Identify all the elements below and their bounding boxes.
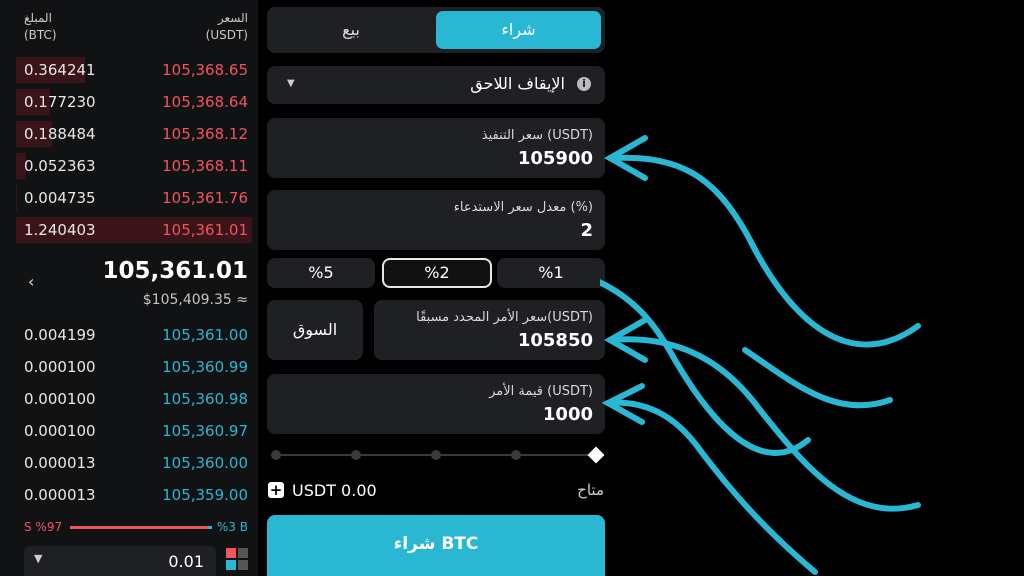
slider-step-50[interactable] (431, 450, 441, 460)
layout-bid-square (226, 560, 236, 570)
side-toggle: بيع شراء (267, 7, 605, 53)
precision-value: 0.01 (168, 552, 204, 571)
available-value: USDT 0.00 (292, 481, 377, 500)
ratio-bar-sell-fill (70, 526, 208, 529)
ask-price: 105,368.65 (162, 61, 248, 79)
ask-price: 105,361.01 (162, 221, 248, 239)
last-price: 105,361.01 (102, 258, 248, 284)
buy-ratio: %3 B (216, 520, 248, 534)
callback-rate-label: معدل سعر الاستدعاء (%) (453, 200, 593, 215)
ask-amount: 0.004735 (24, 189, 96, 207)
bid-amount: 0.000013 (24, 486, 96, 504)
tab-sell[interactable]: بيع (271, 11, 431, 49)
ask-amount: 0.177230 (24, 93, 96, 111)
ask-amount: 1.240403 (24, 221, 96, 239)
order-type-label: الإيقاف اللاحق (470, 74, 565, 93)
arrow-extra (742, 347, 893, 409)
chevron-down-icon: ▼ (34, 552, 43, 565)
bid-row[interactable]: 0.000013 105,360.00 (16, 450, 252, 476)
exec-price-field[interactable]: سعر التنفيذ (USDT) 105900 (267, 118, 605, 178)
order-value-label: قيمة الأمر (USDT) (489, 384, 593, 399)
order-book: المبلغ (BTC) السعر (USDT) 0.364241 105,36… (0, 0, 258, 576)
callback-rate-field[interactable]: معدل سعر الاستدعاء (%) 2 (267, 190, 605, 250)
ask-row[interactable]: 0.004735 105,361.76 (16, 185, 252, 211)
ask-depth-bar (16, 185, 17, 211)
bid-price: 105,360.99 (162, 358, 248, 376)
market-button[interactable]: السوق (267, 300, 363, 360)
preset-price-field[interactable]: سعر الأمر المحدد مسبقًا(USDT) 105850 (374, 300, 605, 360)
preset-price-label: سعر الأمر المحدد مسبقًا(USDT) (416, 310, 593, 325)
slider-step-25[interactable] (351, 450, 361, 460)
order-type-select[interactable]: ▼ الإيقاف اللاحق i (267, 66, 605, 104)
price-header-label: السعر (217, 11, 248, 25)
order-value-value[interactable]: 1000 (543, 404, 593, 425)
bid-price: 105,360.97 (162, 422, 248, 440)
amount-header-label: المبلغ (24, 11, 52, 25)
bid-row[interactable]: 0.000013 105,359.00 (16, 482, 252, 508)
bid-amount: 0.000100 (24, 358, 96, 376)
chevron-left-icon[interactable]: ‹ (28, 272, 34, 291)
sell-ratio: S %97 (24, 520, 63, 534)
ask-row[interactable]: 0.177230 105,368.64 (16, 89, 252, 115)
amount-header: المبلغ (BTC) (24, 10, 57, 44)
bid-amount: 0.004199 (24, 326, 96, 344)
ask-row[interactable]: 0.364241 105,368.65 (16, 57, 252, 83)
exec-price-label: سعر التنفيذ (USDT) (481, 128, 593, 143)
bid-row[interactable]: 0.000100 105,360.98 (16, 386, 252, 412)
chevron-down-icon: ▼ (287, 78, 295, 89)
ask-row[interactable]: 0.188484 105,368.12 (16, 121, 252, 147)
bid-row[interactable]: 0.000100 105,360.97 (16, 418, 252, 444)
bid-row[interactable]: 0.000100 105,360.99 (16, 354, 252, 380)
bid-amount: 0.000100 (24, 390, 96, 408)
layout-ask-square (226, 548, 236, 558)
bid-price: 105,360.98 (162, 390, 248, 408)
ask-price: 105,368.11 (162, 157, 248, 175)
add-funds-icon[interactable]: + (268, 482, 284, 498)
bid-price: 105,359.00 (162, 486, 248, 504)
ask-price: 105,368.12 (162, 125, 248, 143)
arrow-order-value (605, 399, 818, 575)
bid-amount: 0.000100 (24, 422, 96, 440)
preset-price-value[interactable]: 105850 (518, 330, 593, 351)
price-header: السعر (USDT) (206, 10, 248, 44)
layout-grey-square-1 (238, 548, 248, 558)
info-icon[interactable]: i (577, 77, 591, 91)
book-layout-icon[interactable] (226, 548, 248, 570)
buy-btc-button[interactable]: شراء BTC (267, 515, 605, 576)
price-header-unit: (USDT) (205, 28, 248, 42)
pct-option-2[interactable]: %2 (382, 258, 492, 288)
tab-buy[interactable]: شراء (436, 11, 601, 49)
ratio-bar (70, 526, 212, 529)
exec-price-value[interactable]: 105900 (518, 148, 593, 169)
last-price-usd: $105,409.35 ≈ (142, 292, 248, 308)
callback-rate-value[interactable]: 2 (580, 220, 593, 241)
amount-header-unit: (BTC) (24, 28, 57, 42)
pct-option-1[interactable]: %1 (497, 258, 605, 288)
pct-option-5[interactable]: %5 (267, 258, 375, 288)
bid-amount: 0.000013 (24, 454, 96, 472)
arrow-exec-price (607, 154, 921, 348)
ask-amount: 0.364241 (24, 61, 96, 79)
ask-amount: 0.188484 (24, 125, 96, 143)
bid-row[interactable]: 0.004199 105,361.00 (16, 322, 252, 348)
ask-row[interactable]: 1.240403 105,361.01 (16, 217, 252, 243)
ask-amount: 0.052363 (24, 157, 96, 175)
ask-price: 105,361.76 (162, 189, 248, 207)
precision-select[interactable]: ▼ 0.01 (24, 546, 216, 576)
bid-price: 105,360.00 (162, 454, 248, 472)
slider-step-0[interactable] (271, 450, 281, 460)
bid-price: 105,361.00 (162, 326, 248, 344)
ask-row[interactable]: 0.052363 105,368.11 (16, 153, 252, 179)
slider-step-75[interactable] (511, 450, 521, 460)
layout-grey-square-2 (238, 560, 248, 570)
annotation-arrows (600, 135, 921, 575)
order-value-field[interactable]: قيمة الأمر (USDT) 1000 (267, 374, 605, 434)
ask-price: 105,368.64 (162, 93, 248, 111)
